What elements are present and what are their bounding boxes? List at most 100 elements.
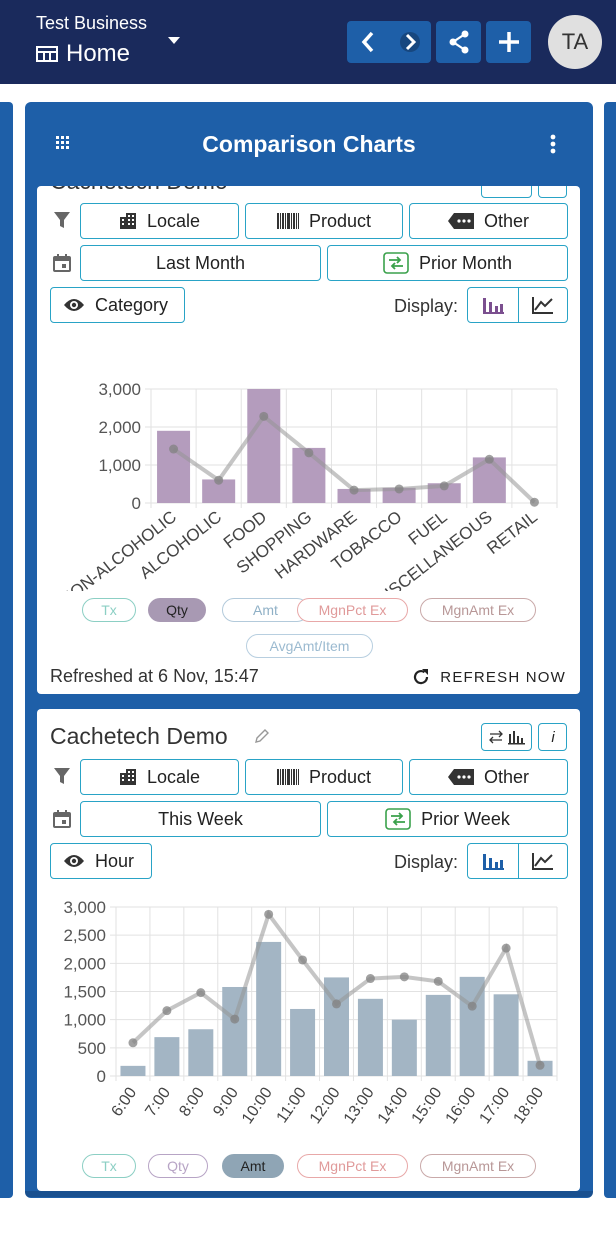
line-point[interactable] (535, 1060, 545, 1070)
bar[interactable] (157, 430, 191, 503)
line-point[interactable] (399, 972, 409, 982)
card-title: Cachetech Demo (50, 186, 228, 195)
refresh-now-button[interactable]: REFRESH NOW (412, 668, 566, 686)
line-point[interactable] (394, 484, 404, 494)
metric-chip-amt[interactable]: Amt (222, 1154, 284, 1178)
metric-chip-mgnpct-ex[interactable]: MgnPct Ex (297, 598, 408, 622)
locale-filter-button[interactable]: Locale (80, 759, 239, 795)
bar[interactable] (120, 1065, 146, 1076)
line-point[interactable] (162, 1006, 172, 1016)
avatar[interactable]: TA (548, 15, 602, 69)
period-label: Last Month (155, 252, 246, 273)
line-point[interactable] (304, 448, 314, 458)
info-button[interactable]: i (538, 723, 567, 751)
prev-button[interactable] (347, 21, 389, 63)
bar[interactable] (425, 994, 451, 1076)
plus-icon (498, 32, 519, 52)
page-selector[interactable]: Home (36, 40, 130, 68)
locale-label: Locale (146, 210, 201, 231)
edit-pencil-icon[interactable] (255, 729, 269, 743)
line-point[interactable] (214, 475, 224, 485)
page-title: Home (66, 40, 131, 67)
compare-period-button[interactable]: Prior Week (327, 801, 568, 837)
bar[interactable] (493, 994, 519, 1076)
comparison-charts-panel: Comparison Charts Cachetech Demo Locale … (25, 102, 593, 1198)
period-button[interactable]: Last Month (80, 245, 321, 281)
add-button[interactable] (486, 21, 531, 63)
line-point[interactable] (298, 955, 308, 965)
other-filter-button[interactable]: Other (409, 203, 568, 239)
group-by-label: Hour (95, 850, 135, 871)
bar[interactable] (188, 1029, 214, 1076)
line-point[interactable] (264, 909, 274, 919)
y-tick-label: 2,000 (98, 418, 141, 437)
line-point[interactable] (484, 454, 494, 464)
bar-display-button[interactable] (468, 288, 518, 322)
drag-grid-icon[interactable] (56, 136, 70, 150)
other-filter-button[interactable]: Other (409, 759, 568, 795)
bar[interactable] (290, 1008, 316, 1076)
product-filter-button[interactable]: Product (245, 203, 403, 239)
metric-chip-mgnamt-ex[interactable]: MgnAmt Ex (420, 1154, 536, 1178)
business-name: Test Business (36, 13, 148, 33)
dropdown-caret-icon[interactable] (168, 37, 180, 45)
period-label: This Week (158, 808, 243, 829)
compare-arrows-icon (385, 808, 411, 830)
metric-chip-tx[interactable]: Tx (82, 598, 136, 622)
display-label: Display: (394, 296, 459, 316)
metric-chip-qty[interactable]: Qty (148, 1154, 208, 1178)
bar[interactable] (154, 1037, 180, 1076)
chart-card-hour: Cachetech Demo i Locale Product Other Th… (37, 709, 580, 1191)
metric-chip-qty[interactable]: Qty (148, 598, 206, 622)
line-point[interactable] (433, 976, 443, 986)
display-label: Display: (394, 852, 459, 872)
more-vert-icon[interactable] (550, 134, 556, 154)
line-point[interactable] (349, 485, 359, 495)
line-point[interactable] (230, 1014, 240, 1024)
filter-icon (54, 212, 70, 228)
period-button[interactable]: This Week (80, 801, 321, 837)
bar[interactable] (391, 1019, 417, 1076)
line-point[interactable] (467, 1001, 477, 1011)
panel-title: Comparison Charts (202, 130, 416, 157)
swap-chart-button[interactable] (481, 186, 532, 198)
metric-chip-mgnpct-ex[interactable]: MgnPct Ex (297, 1154, 408, 1178)
line-point[interactable] (365, 974, 375, 984)
line-point[interactable] (332, 999, 341, 1009)
metric-chip-mgnamt-ex[interactable]: MgnAmt Ex (420, 598, 536, 622)
bar[interactable] (247, 389, 281, 503)
line-display-button[interactable] (517, 844, 568, 878)
info-button[interactable] (538, 186, 567, 198)
display-toggle (467, 843, 568, 879)
bar[interactable] (222, 986, 248, 1076)
locale-filter-button[interactable]: Locale (80, 203, 239, 239)
swap-chart-button[interactable] (481, 723, 532, 751)
compare-period-label: Prior Week (421, 808, 510, 829)
metric-chip-avgamt-item[interactable]: AvgAmt/Item (246, 634, 373, 658)
other-label: Other (483, 210, 530, 231)
next-button[interactable] (389, 21, 431, 63)
metric-chip-tx[interactable]: Tx (82, 1154, 136, 1178)
bar[interactable] (357, 998, 383, 1076)
chevron-right-icon (400, 32, 420, 52)
group-by-button[interactable]: Hour (50, 843, 152, 879)
compare-period-button[interactable]: Prior Month (327, 245, 568, 281)
line-point[interactable] (259, 411, 269, 421)
locale-label: Locale (146, 766, 201, 787)
refresh-now-label: REFRESH NOW (440, 668, 566, 686)
product-filter-button[interactable]: Product (245, 759, 403, 795)
line-display-button[interactable] (517, 288, 568, 322)
bar-display-button[interactable] (468, 844, 518, 878)
line-point[interactable] (128, 1038, 138, 1048)
line-point[interactable] (169, 444, 179, 454)
line-point[interactable] (196, 988, 206, 998)
line-point[interactable] (501, 943, 511, 953)
metric-chip-amt[interactable]: Amt (222, 598, 309, 622)
share-button[interactable] (436, 21, 481, 63)
line-point[interactable] (529, 497, 539, 507)
group-by-button[interactable]: Category (50, 287, 185, 323)
y-tick-label: 0 (132, 494, 141, 513)
line-point[interactable] (439, 481, 449, 491)
x-tick-label: 16:00 (443, 1084, 480, 1127)
bar[interactable] (256, 941, 282, 1076)
